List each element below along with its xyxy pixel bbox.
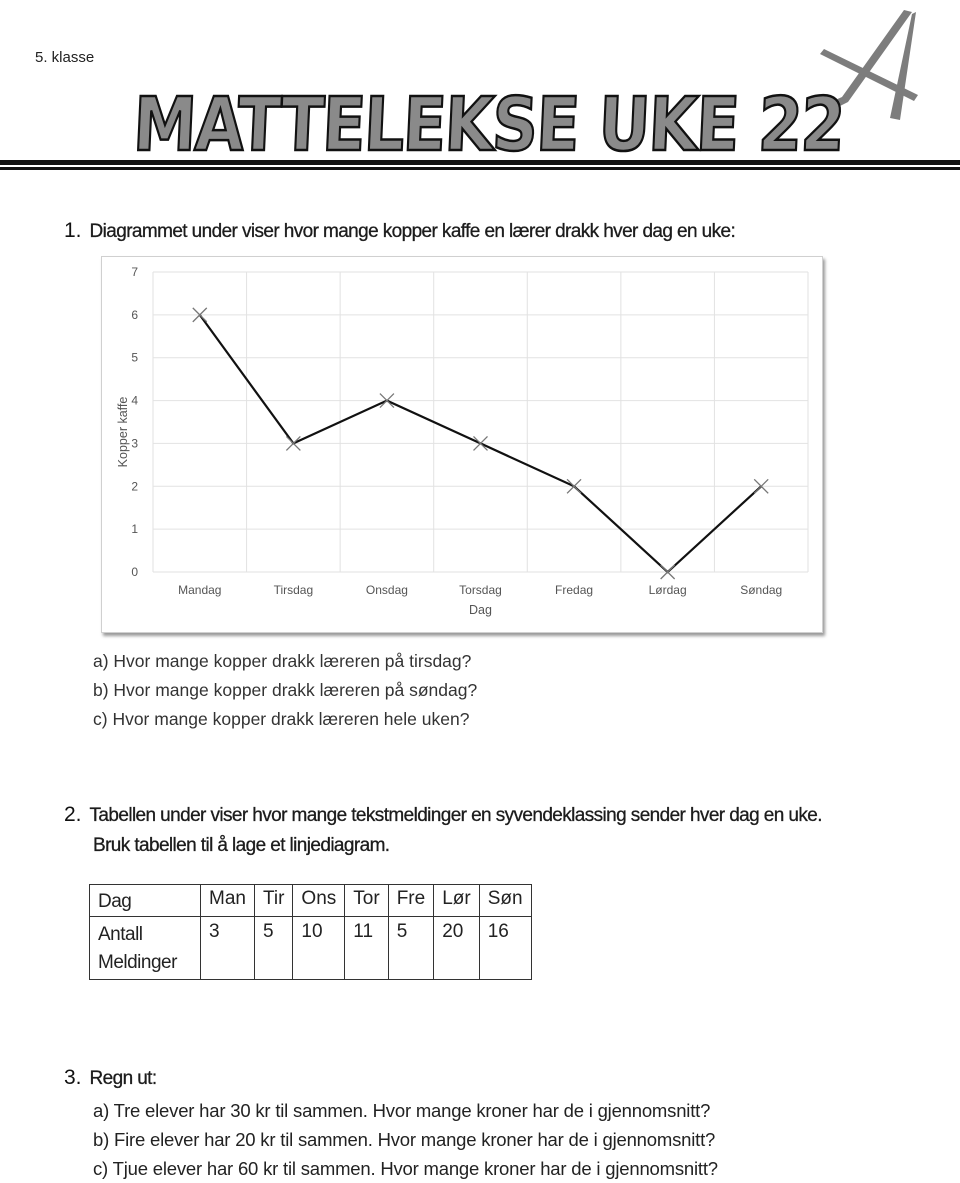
table-values-row: Antall Meldinger 3 5 10 11 5 20 16 [89, 916, 532, 980]
x-tick-label: Tirsdag [274, 583, 314, 597]
y-tick-label: 7 [131, 265, 138, 279]
question-3-number: 3. [64, 1066, 82, 1089]
x-tick-label: Mandag [178, 583, 221, 597]
table-value-cell: 16 [478, 916, 532, 980]
page-title: MATTELEKSE UKE 22 [130, 81, 846, 169]
question-3b: b) Fire elever har 20 kr til sammen. Hvo… [93, 1129, 716, 1150]
x-tick-label: Fredag [555, 583, 593, 597]
row-label-line1: Antall [98, 924, 143, 945]
messages-table: Dag Man Tir Ons Tor Fre Lør Søn Antall Me… [89, 884, 532, 980]
table-header-label: Dag [89, 884, 201, 917]
question-1-subquestions: a) Hvor mange kopper drakk læreren på ti… [93, 647, 477, 734]
table-day-cell: Lør [433, 884, 480, 917]
row-label-line2: Meldinger [98, 952, 177, 973]
question-3-subquestions: a) Tre elever har 30 kr til sammen. Hvor… [93, 1096, 718, 1183]
x-tick-label: Lørdag [649, 583, 687, 597]
question-2-text-line2: Bruk tabellen til å lage et linjediagram… [93, 835, 390, 856]
table-value-cell: 3 [200, 916, 255, 980]
table-day-cell: Fre [387, 884, 435, 917]
y-tick-label: 4 [131, 394, 138, 408]
y-tick-label: 3 [131, 436, 138, 450]
y-tick-label: 5 [131, 351, 138, 365]
question-2-number: 2. [64, 803, 82, 826]
question-1-heading: 1. Diagrammet under viser hvor mange kopp… [64, 219, 736, 243]
x-tick-label: Torsdag [459, 583, 502, 597]
table-value-cell: 5 [253, 916, 294, 980]
question-1b: b) Hvor mange kopper drakk læreren på sø… [93, 680, 478, 700]
y-tick-label: 1 [131, 522, 138, 536]
coffee-line-chart: 0 1 2 3 4 5 6 7 Mandag Tirsdag Onsdag Torsdag Fredag… [116, 265, 809, 617]
table-day-cell: Tir [253, 884, 294, 917]
table-value-cell: 20 [433, 916, 480, 980]
y-tick-label: 6 [131, 308, 138, 322]
question-3-text: Regn ut: [89, 1068, 157, 1089]
question-2-heading: 2. Tabellen under viser hvor mange tekstm… [64, 800, 823, 860]
table-value-cell: 5 [387, 916, 435, 980]
table-day-cell: Man [200, 884, 255, 917]
question-3a: a) Tre elever har 30 kr til sammen. Hvor… [93, 1100, 711, 1121]
question-3c: c) Tjue elever har 60 kr til sammen. Hvo… [93, 1158, 718, 1179]
question-1-number: 1. [64, 219, 82, 242]
x-tick-label: Søndag [740, 583, 782, 597]
table-value-cell: 11 [344, 916, 389, 980]
y-axis-label: Kopper kaffe [116, 397, 130, 468]
header-divider [0, 160, 960, 172]
table-row-label: Antall Meldinger [89, 916, 201, 980]
question-1-text: Diagrammet under viser hvor mange kopper… [89, 221, 736, 242]
table-day-cell: Tor [344, 884, 389, 917]
table-day-cell: Søn [478, 884, 532, 917]
table-header-row: Dag Man Tir Ons Tor Fre Lør Søn [89, 884, 532, 917]
question-1c: c) Hvor mange kopper drakk læreren hele … [93, 709, 470, 729]
y-tick-label: 0 [131, 565, 138, 579]
table-value-cell: 10 [292, 916, 346, 980]
table-day-cell: Ons [292, 884, 346, 917]
x-tick-label: Onsdag [366, 583, 408, 597]
question-3-heading: 3. Regn ut: [64, 1066, 157, 1090]
grade-label: 5. klasse [35, 49, 95, 66]
x-axis-label: Dag [469, 603, 492, 617]
y-tick-label: 2 [131, 479, 138, 493]
question-2-text-line1: Tabellen under viser hvor mange tekstmel… [89, 805, 822, 826]
question-1a: a) Hvor mange kopper drakk læreren på ti… [93, 651, 472, 671]
